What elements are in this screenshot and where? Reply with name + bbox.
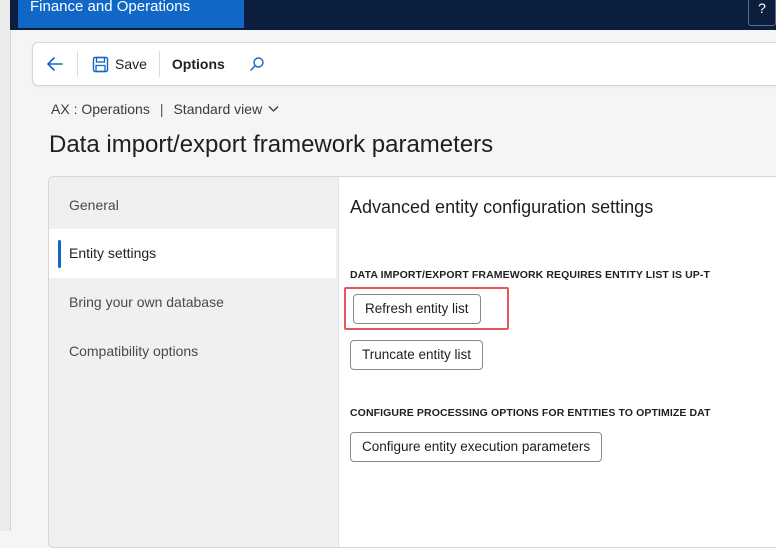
selected-tab-indicator [58,240,61,268]
save-label: Save [115,56,147,72]
page-title: Data import/export framework parameters [49,131,494,158]
topbar-right-button[interactable]: ? [748,0,776,26]
tab-content: Advanced entity configuration settings D… [344,177,776,547]
search-icon [250,57,264,71]
view-label: Standard view [173,101,263,117]
parameters-panel: General Entity settings Bring your own d… [48,176,776,548]
app-name: Finance and Operations [30,0,191,15]
options-tab[interactable]: Options [160,43,239,85]
back-arrow-icon [47,57,63,71]
save-icon [92,56,109,72]
processing-options-section-label: CONFIGURE PROCESSING OPTIONS FOR ENTITIE… [350,407,711,419]
save-button[interactable]: Save [78,43,159,85]
tab-bring-your-own-database[interactable]: Bring your own database [49,278,336,327]
breadcrumb: AX : Operations | Standard view [51,101,279,117]
company-label[interactable]: AX : Operations [51,101,150,117]
vertical-tab-list: General Entity settings Bring your own d… [49,177,339,547]
breadcrumb-separator: | [159,101,164,117]
chevron-down-icon [268,106,279,112]
action-pane: Save Options [32,42,776,86]
tab-compatibility-options[interactable]: Compatibility options [49,327,336,376]
top-navigation-bar: Finance and Operations ? [10,0,776,30]
tab-general[interactable]: General [49,181,336,230]
left-window-edge [0,0,11,531]
app-name-tile[interactable]: Finance and Operations [18,0,244,28]
configure-entity-execution-parameters-button[interactable]: Configure entity execution parameters [350,432,603,462]
refresh-entity-list-button[interactable]: Refresh entity list [353,294,481,324]
back-button[interactable] [33,43,77,85]
view-selector[interactable]: Standard view [173,101,279,117]
entity-list-section-label: DATA IMPORT/EXPORT FRAMEWORK REQUIRES EN… [350,269,710,281]
truncate-entity-list-button[interactable]: Truncate entity list [350,340,484,370]
section-heading: Advanced entity configuration settings [350,197,654,217]
search-button[interactable] [239,43,271,85]
tab-entity-settings-label: Entity settings [69,245,157,261]
tab-entity-settings[interactable]: Entity settings [49,229,336,278]
